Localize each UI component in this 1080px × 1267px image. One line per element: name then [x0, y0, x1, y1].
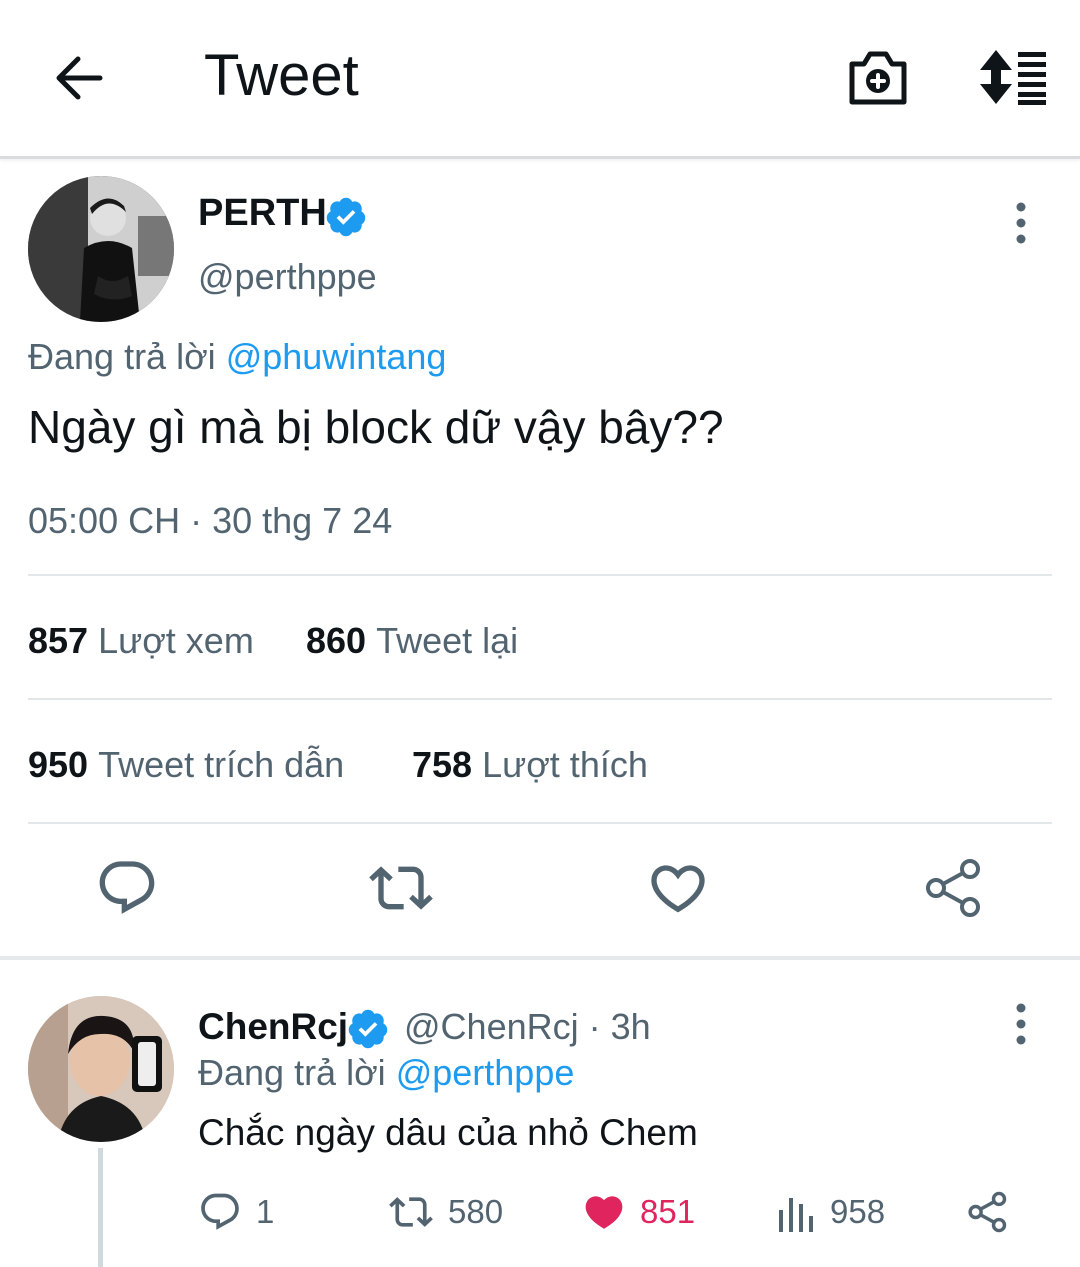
author-avatar[interactable] — [28, 176, 174, 322]
views-label: Lượt xem — [98, 620, 254, 661]
reply-author-avatar[interactable] — [28, 996, 174, 1142]
divider — [28, 822, 1052, 824]
views-stat[interactable]: 857 Lượt xem — [28, 620, 254, 662]
retweets-count: 860 — [306, 620, 367, 661]
tweet-text: Ngày gì mà bị block dữ vậy bây?? — [28, 401, 724, 453]
reply-like-button[interactable]: 851 — [582, 1190, 695, 1234]
bar-chart-icon — [779, 1198, 813, 1232]
replying-to-mention[interactable]: @perthppe — [396, 1052, 575, 1093]
replying-prefix: Đang trả lời — [198, 1052, 386, 1093]
divider — [28, 698, 1052, 700]
reply-button[interactable] — [95, 856, 159, 920]
quotes-count: 950 — [28, 744, 89, 785]
reply-more-options-button[interactable] — [1006, 1001, 1036, 1047]
retweet-icon — [369, 866, 433, 910]
reply-text: Chắc ngày dâu của nhỏ Chem — [198, 1112, 698, 1153]
reply-handle-time: @ChenRcj · 3h — [404, 1006, 651, 1047]
tweet-timestamp: 05:00 CH · 30 thg 7 24 — [28, 500, 393, 541]
more-vertical-icon — [1016, 202, 1026, 244]
retweets-stat[interactable]: 860 Tweet lại — [306, 620, 518, 662]
likes-count: 758 — [412, 744, 473, 785]
new-photo-tweet-button[interactable] — [846, 48, 910, 108]
retweet-icon — [389, 1197, 433, 1227]
like-button[interactable] — [646, 856, 710, 920]
share-icon — [926, 859, 980, 917]
reply-share-button[interactable] — [966, 1190, 1010, 1234]
reply-icon — [99, 861, 155, 914]
sort-list-icon — [980, 50, 1046, 105]
heart-filled-icon — [585, 1196, 623, 1229]
reply-author-name[interactable]: ChenRcj — [198, 1006, 348, 1048]
retweets-label: Tweet lại — [376, 620, 519, 661]
replying-prefix: Đang trả lời — [28, 336, 216, 377]
thread-line — [98, 1148, 103, 1267]
page-title: Tweet — [204, 43, 359, 108]
retweet-button[interactable] — [369, 856, 433, 920]
top-app-bar — [0, 0, 1080, 159]
share-icon — [968, 1191, 1007, 1233]
author-handle[interactable]: @perthppe — [198, 256, 377, 298]
quotes-label: Tweet trích dẫn — [98, 744, 345, 785]
verified-badge-icon — [324, 195, 368, 239]
back-button[interactable] — [48, 46, 112, 110]
like-icon — [651, 865, 705, 913]
more-vertical-icon — [1016, 1003, 1026, 1045]
likes-stat[interactable]: 758 Lượt thích — [412, 744, 648, 786]
views-count: 857 — [28, 620, 89, 661]
replying-to: Đang trả lời @phuwintang — [28, 336, 446, 378]
avatar-photo — [28, 996, 174, 1142]
retweet-count: 580 — [448, 1193, 504, 1230]
likes-label: Lượt thích — [482, 744, 648, 785]
like-count: 851 — [640, 1193, 696, 1230]
reply-retweet-button[interactable]: 580 — [388, 1190, 503, 1234]
view-count: 958 — [830, 1193, 886, 1230]
sort-replies-button[interactable] — [976, 48, 1048, 106]
back-arrow-icon — [56, 56, 103, 100]
share-button[interactable] — [922, 856, 986, 920]
quotes-stat[interactable]: 950 Tweet trích dẫn — [28, 744, 344, 786]
verified-badge-icon — [346, 1007, 390, 1051]
section-separator — [0, 956, 1080, 960]
author-name[interactable]: PERTH — [198, 192, 327, 235]
reply-views-button[interactable]: 958 — [776, 1190, 885, 1234]
reply-replying-to: Đang trả lời @perthppe — [198, 1052, 574, 1094]
avatar-photo — [28, 176, 174, 322]
more-options-button[interactable] — [1006, 200, 1036, 246]
reply-icon — [201, 1193, 239, 1230]
camera-plus-icon — [849, 51, 907, 105]
replying-to-mention[interactable]: @phuwintang — [226, 336, 447, 377]
reply-reply-button[interactable]: 1 — [198, 1190, 274, 1234]
divider — [28, 574, 1052, 576]
reply-count: 1 — [256, 1193, 275, 1230]
